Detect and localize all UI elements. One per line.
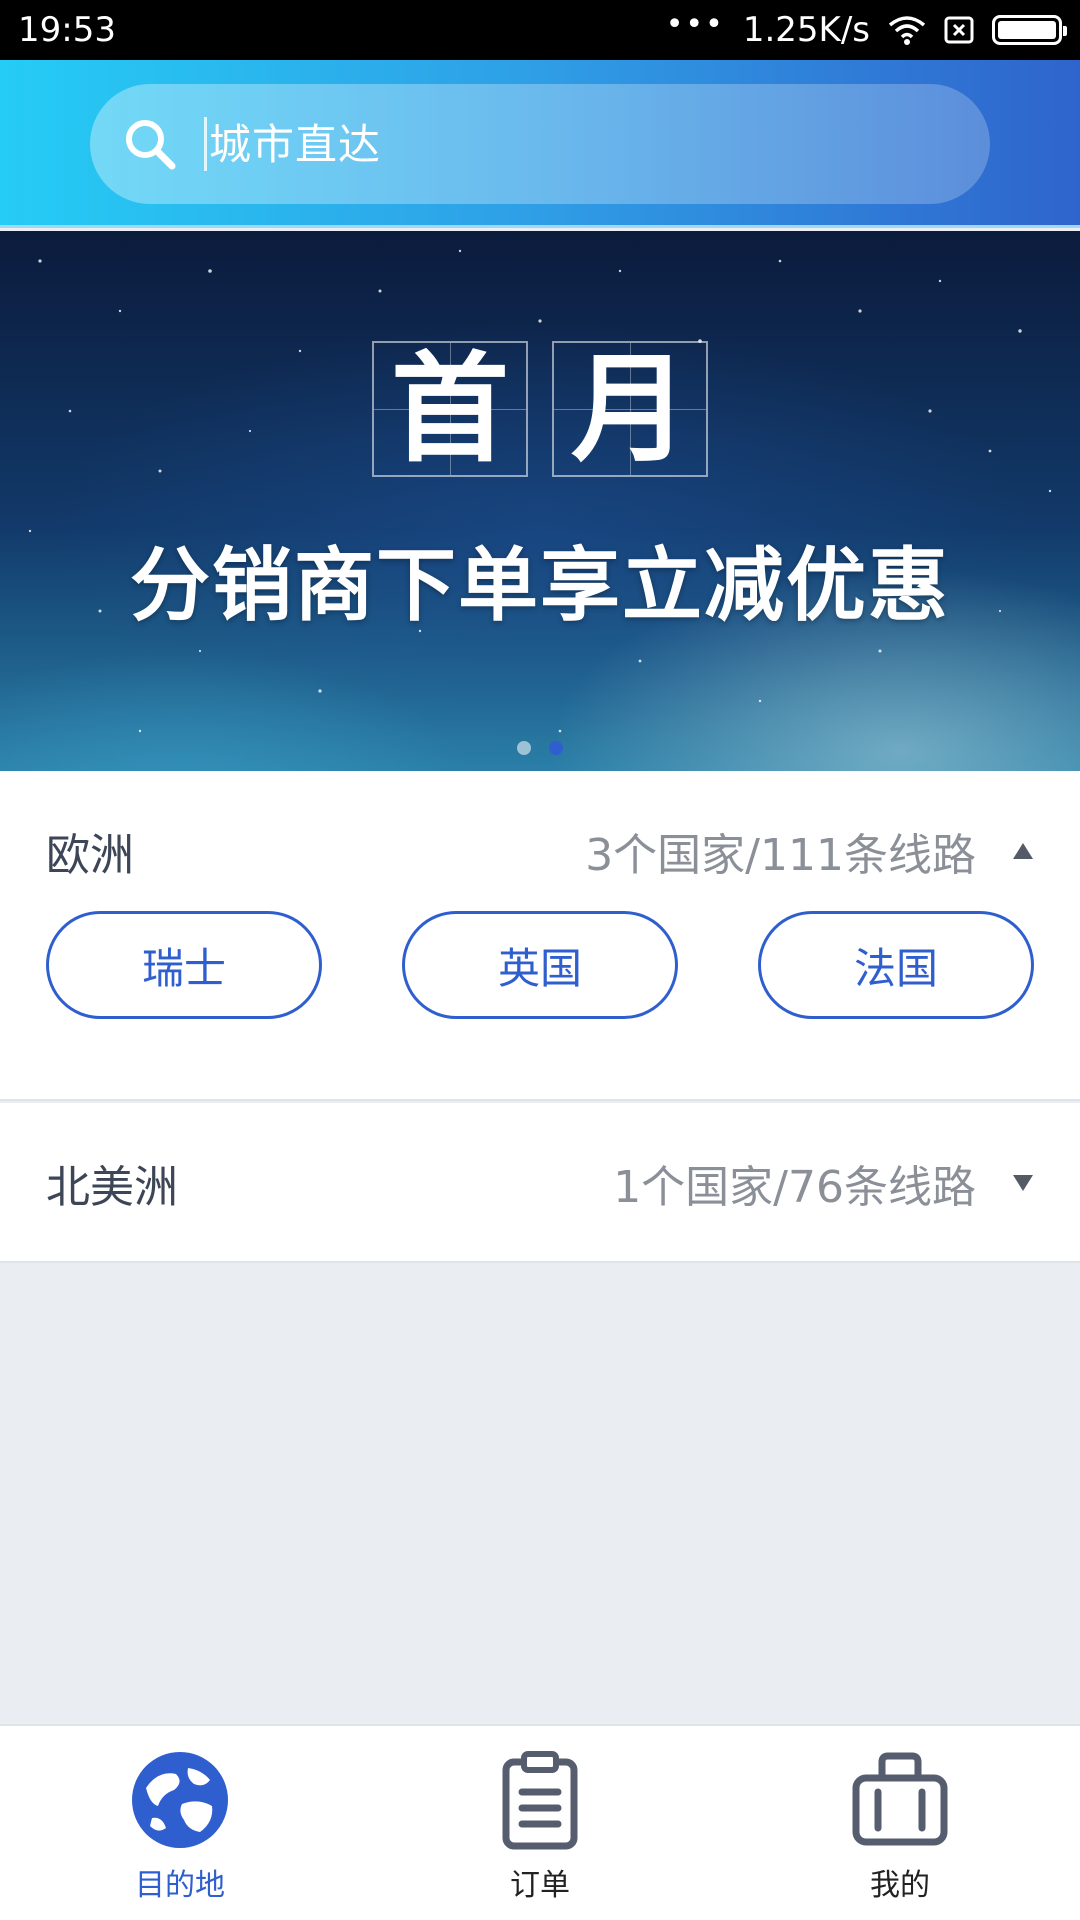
triangle-down-icon[interactable]: [1012, 1174, 1034, 1192]
region-header-north-america[interactable]: 北美洲 1个国家/76条线路: [0, 1103, 1080, 1263]
nav-label: 我的: [870, 1868, 930, 1903]
battery-fill: [998, 21, 1056, 39]
status-indicators: ••• 1.25K/s: [665, 6, 1067, 50]
region-name: 北美洲: [46, 1162, 178, 1213]
banner-title-char: 月: [552, 341, 708, 477]
wifi-icon: [888, 16, 926, 45]
region-route-count: 3个国家/111条线路: [585, 830, 976, 881]
region-name: 欧洲: [46, 830, 134, 881]
country-button-france[interactable]: 法国: [758, 911, 1034, 1019]
region-section-europe: 欧洲 3个国家/111条线路 瑞士 英国 法国: [0, 771, 1080, 1101]
globe-icon: [132, 1752, 228, 1848]
triangle-up-icon[interactable]: [1012, 842, 1034, 860]
suitcase-icon: [852, 1752, 948, 1846]
status-bar: 19:53 ••• 1.25K/s: [0, 0, 1080, 60]
status-dots: •••: [665, 6, 725, 42]
country-button-uk[interactable]: 英国: [402, 911, 678, 1019]
banner-title-char: 首: [372, 341, 528, 477]
battery-icon: [992, 15, 1067, 45]
region-route-count: 1个国家/76条线路: [613, 1162, 976, 1213]
network-speed: 1.25K/s: [742, 10, 870, 50]
nav-item-destination[interactable]: 目的地: [0, 1726, 360, 1920]
search-input[interactable]: [209, 119, 809, 169]
region-header-europe[interactable]: 欧洲 3个国家/111条线路: [0, 771, 1080, 931]
text-caret: [204, 117, 207, 171]
pagination-dot[interactable]: [517, 741, 531, 755]
search-box[interactable]: [90, 84, 990, 204]
sim-x-icon: [944, 16, 974, 44]
search-icon: [126, 120, 176, 170]
app-screen: 19:53 ••• 1.25K/s 城市直达 首 月 分销商下单享立减优惠 欧洲…: [0, 0, 1080, 1920]
pagination-dot-active[interactable]: [549, 741, 563, 755]
nav-item-profile[interactable]: 我的: [720, 1726, 1080, 1920]
status-time: 19:53: [18, 10, 116, 50]
clipboard-icon: [502, 1751, 578, 1850]
banner-pagination: [0, 741, 1080, 755]
banner-subtitle: 分销商下单享立减优惠: [130, 539, 950, 632]
nav-label: 订单: [510, 1868, 570, 1903]
promo-banner[interactable]: 首 月 分销商下单享立减优惠: [0, 231, 1080, 771]
nav-item-orders[interactable]: 订单: [360, 1726, 720, 1920]
region-section-north-america: 北美洲 1个国家/76条线路: [0, 1103, 1080, 1263]
banner-title: 首 月: [0, 341, 1080, 477]
country-list: 瑞士 英国 法国: [0, 911, 1080, 1019]
bottom-nav: 目的地 订单 我的: [0, 1724, 1080, 1920]
country-button-switzerland[interactable]: 瑞士: [46, 911, 322, 1019]
search-header: [0, 60, 1080, 228]
nav-label: 目的地: [135, 1868, 225, 1903]
starfield-background: [28, 249, 1052, 733]
